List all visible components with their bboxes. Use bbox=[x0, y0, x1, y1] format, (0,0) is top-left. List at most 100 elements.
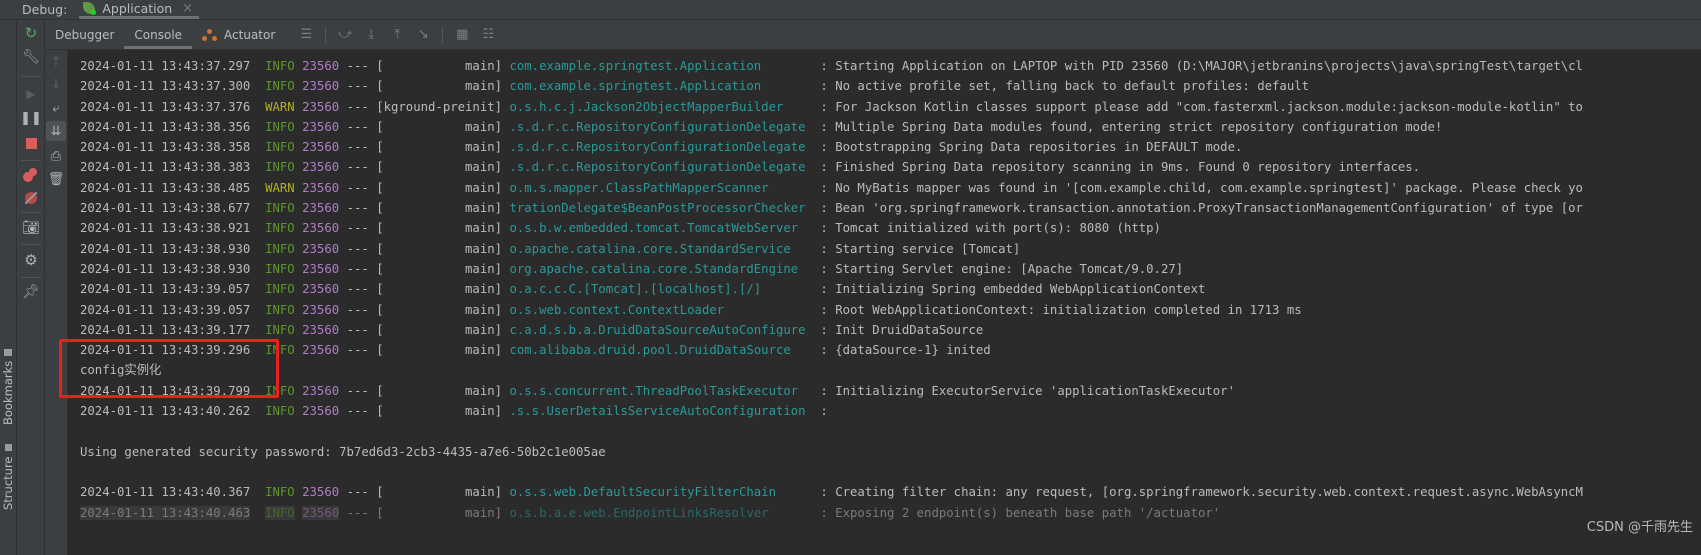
log-line: 2024-01-11 13:43:38.358 INFO 23560 --- [… bbox=[80, 137, 1583, 157]
log-logger: trationDelegate$BeanPostProcessorChecker bbox=[509, 201, 813, 216]
log-thread: [ main] bbox=[376, 201, 503, 216]
log-message: : Creating filter chain: any request, [o… bbox=[820, 485, 1583, 500]
log-thread: [ main] bbox=[376, 241, 503, 256]
log-pid: 23560 bbox=[302, 201, 340, 216]
log-pid: 23560 bbox=[302, 79, 340, 94]
log-timestamp: 2024-01-11 13:43:38.930 bbox=[80, 241, 251, 256]
log-logger: com.example.springtest.Application bbox=[509, 59, 813, 73]
settings-wrench-icon[interactable]: 🔧︎ bbox=[21, 47, 41, 67]
log-timestamp: 2024-01-11 13:43:39.296 bbox=[80, 343, 251, 358]
log-timestamp: 2024-01-11 13:43:37.376 bbox=[80, 99, 251, 114]
soft-wrap-icon[interactable]: ⤶ bbox=[46, 98, 66, 118]
print-icon[interactable]: ⎙ bbox=[46, 146, 66, 166]
tab-debugger[interactable]: Debugger bbox=[45, 20, 124, 49]
up-arrow-icon[interactable]: ↑ bbox=[46, 52, 66, 72]
log-thread: [ main] bbox=[376, 322, 503, 337]
console-text: config实例化 bbox=[80, 363, 162, 378]
log-line: 2024-01-11 13:43:38.383 INFO 23560 --- [… bbox=[80, 157, 1583, 177]
debug-label: Debug: bbox=[22, 2, 68, 17]
pause-icon[interactable]: ❚❚ bbox=[20, 108, 42, 128]
run-config-tab-application[interactable]: Application × bbox=[79, 0, 200, 19]
log-logger: .s.d.r.c.RepositoryConfigurationDelegate bbox=[509, 160, 813, 175]
log-pid: 23560 bbox=[302, 241, 340, 256]
log-level: INFO bbox=[265, 505, 295, 520]
log-thread: [ main] bbox=[376, 404, 503, 419]
tab-console[interactable]: Console bbox=[124, 20, 193, 49]
log-pid: 23560 bbox=[302, 404, 340, 419]
log-timestamp: 2024-01-11 13:43:38.383 bbox=[80, 160, 251, 175]
log-separator: --- bbox=[346, 261, 369, 276]
log-message: : Init DruidDataSource bbox=[820, 322, 984, 337]
structure-icon bbox=[4, 444, 12, 452]
console-output[interactable]: 2024-01-11 13:43:37.297 INFO 23560 --- [… bbox=[68, 50, 1701, 555]
close-tab-icon[interactable]: × bbox=[182, 1, 193, 16]
log-separator: --- bbox=[346, 79, 369, 94]
log-line: 2024-01-11 13:43:39.296 INFO 23560 --- [… bbox=[80, 340, 1583, 360]
log-message: : No active profile set, falling back to… bbox=[820, 79, 1310, 94]
log-pid: 23560 bbox=[302, 261, 340, 276]
mute-breakpoints-icon[interactable] bbox=[21, 188, 41, 208]
get-thread-dump-icon[interactable]: 📷︎ bbox=[21, 218, 41, 238]
log-message: : Starting Servlet engine: [Apache Tomca… bbox=[820, 261, 1184, 276]
left-tool-window-strip: Bookmarks Structure bbox=[0, 20, 17, 555]
log-message: : No MyBatis mapper was found in '[com.e… bbox=[820, 180, 1583, 195]
log-logger: org.apache.catalina.core.StandardEngine bbox=[509, 261, 813, 276]
log-logger: o.s.s.concurrent.ThreadPoolTaskExecutor bbox=[509, 383, 813, 398]
step-out-icon[interactable]: ⤒ bbox=[384, 27, 410, 42]
scroll-to-end-icon[interactable]: ⇊ bbox=[46, 121, 66, 141]
log-timestamp: 2024-01-11 13:43:40.262 bbox=[80, 404, 251, 419]
log-thread: [ main] bbox=[376, 79, 503, 94]
structure-tool-window-button[interactable]: Structure bbox=[1, 444, 15, 510]
menu-icon[interactable]: ☰ bbox=[293, 27, 319, 42]
settings-gear-icon[interactable]: ⚙ bbox=[21, 250, 41, 270]
log-timestamp: 2024-01-11 13:43:39.057 bbox=[80, 302, 251, 317]
log-logger: o.s.web.context.ContextLoader bbox=[509, 302, 813, 317]
log-thread: [kground-preinit] bbox=[376, 99, 503, 114]
log-level: INFO bbox=[265, 282, 295, 297]
log-timestamp: 2024-01-11 13:43:38.930 bbox=[80, 261, 251, 276]
log-timestamp: 2024-01-11 13:43:40.367 bbox=[80, 485, 251, 500]
log-logger: o.s.h.c.j.Jackson2ObjectMapperBuilder bbox=[509, 99, 813, 114]
log-line: 2024-01-11 13:43:38.677 INFO 23560 --- [… bbox=[80, 198, 1583, 218]
bookmarks-tool-window-button[interactable]: Bookmarks bbox=[1, 348, 15, 425]
log-timestamp: 2024-01-11 13:43:39.799 bbox=[80, 383, 251, 398]
log-separator: --- bbox=[346, 221, 369, 236]
log-logger: com.example.springtest.Application bbox=[509, 79, 813, 94]
stop-icon[interactable] bbox=[21, 133, 41, 153]
log-timestamp: 2024-01-11 13:43:38.677 bbox=[80, 201, 251, 216]
log-line: 2024-01-11 13:43:39.177 INFO 23560 --- [… bbox=[80, 320, 1583, 340]
rerun-icon[interactable]: ↻ bbox=[21, 23, 41, 43]
log-timestamp: 2024-01-11 13:43:37.297 bbox=[80, 59, 251, 73]
console-text-line bbox=[80, 462, 1583, 482]
log-logger: .s.d.r.c.RepositoryConfigurationDelegate bbox=[509, 140, 813, 155]
log-thread: [ main] bbox=[376, 140, 503, 155]
evaluate-expression-icon[interactable]: ▦ bbox=[449, 27, 475, 42]
log-message: : Root WebApplicationContext: initializa… bbox=[820, 302, 1302, 317]
down-arrow-icon[interactable]: ↓ bbox=[46, 74, 66, 94]
log-level: INFO bbox=[265, 261, 295, 276]
run-to-cursor-icon[interactable]: ↘ bbox=[410, 27, 436, 42]
log-separator: --- bbox=[346, 59, 369, 73]
log-separator: --- bbox=[346, 140, 369, 155]
pin-tab-icon[interactable]: 📌︎ bbox=[21, 282, 41, 302]
view-breakpoints-icon[interactable] bbox=[21, 165, 41, 185]
log-line: 2024-01-11 13:43:38.921 INFO 23560 --- [… bbox=[80, 218, 1583, 238]
log-separator: --- bbox=[346, 282, 369, 297]
log-message: : bbox=[820, 404, 828, 419]
log-thread: [ main] bbox=[376, 282, 503, 297]
step-into-icon[interactable]: ⤓ bbox=[358, 27, 384, 42]
log-pid: 23560 bbox=[302, 119, 340, 134]
resume-icon[interactable]: ▶ bbox=[21, 84, 41, 104]
clear-all-icon[interactable]: 🗑︎ bbox=[46, 169, 66, 189]
log-line: 2024-01-11 13:43:40.367 INFO 23560 --- [… bbox=[80, 482, 1583, 502]
log-line: 2024-01-11 13:43:39.057 INFO 23560 --- [… bbox=[80, 300, 1583, 320]
show-execution-point-icon[interactable]: ⤻ bbox=[332, 27, 358, 42]
trace-current-stream-icon[interactable]: ☷ bbox=[475, 27, 501, 42]
tab-actuator[interactable]: Actuator bbox=[192, 20, 285, 49]
log-message: : Initializing ExecutorService 'applicat… bbox=[820, 383, 1235, 398]
log-message: : {dataSource-1} inited bbox=[820, 343, 991, 358]
log-message: : Initializing Spring embedded WebApplic… bbox=[820, 282, 1206, 297]
watermark: CSDN @千雨先生 bbox=[1586, 520, 1693, 535]
log-separator: --- bbox=[346, 119, 369, 134]
log-message: : Tomcat initialized with port(s): 8080 … bbox=[820, 221, 1161, 236]
